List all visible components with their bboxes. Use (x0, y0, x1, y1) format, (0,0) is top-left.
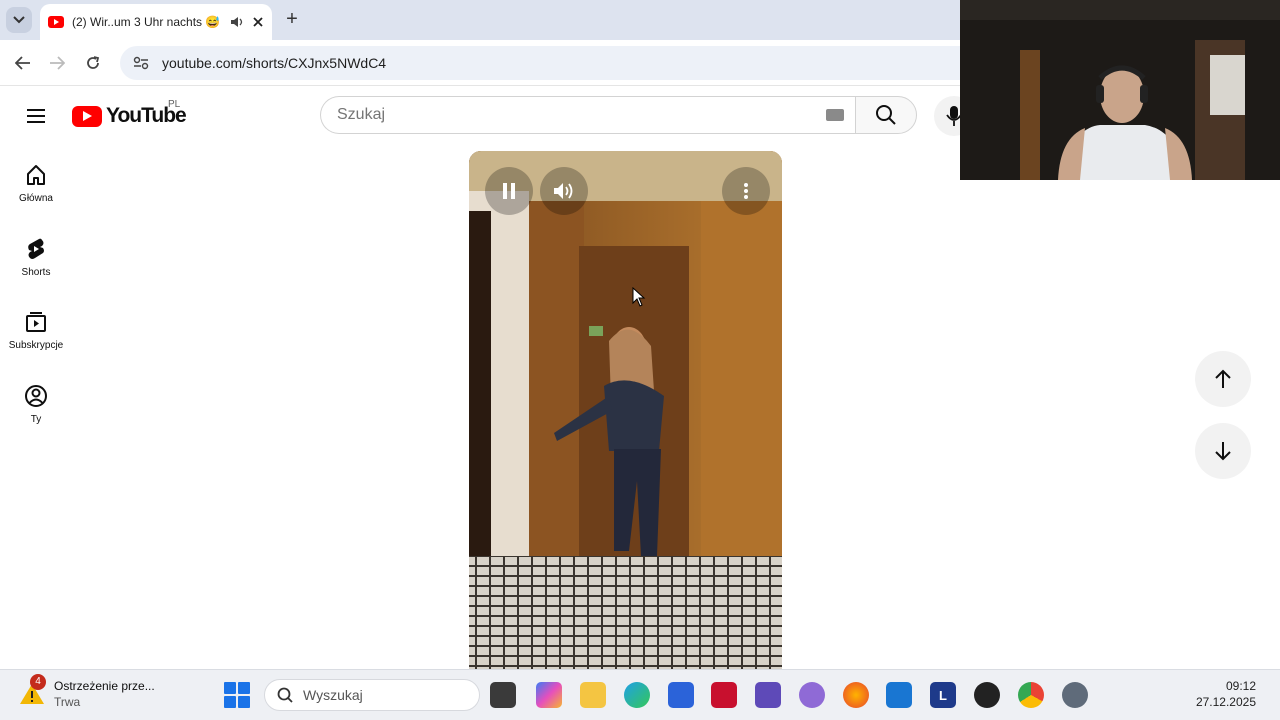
hamburger-menu-icon[interactable] (24, 104, 48, 128)
back-button[interactable] (10, 50, 36, 76)
tab-title: (2) Wir..um 3 Uhr nachts 😅 (72, 15, 221, 29)
pause-button[interactable] (485, 167, 533, 215)
arrow-down-icon (1215, 442, 1231, 461)
subscriptions-icon (26, 312, 46, 332)
clock-date: 27.12.2025 (1195, 695, 1256, 709)
chevron-down-icon (13, 16, 25, 24)
sidebar-item-label: Główna (19, 193, 53, 204)
url-text: youtube.com/shorts/CXJnx5NWdC4 (162, 55, 387, 71)
windows-taskbar: 4 Ostrzeżenie prze... Trwa Wyszukaj L 09… (0, 669, 1280, 720)
weather-alert-icon: 4 (18, 674, 46, 708)
sidebar-item-subscriptions[interactable]: Subskrypcje (4, 310, 68, 374)
more-icon (744, 183, 748, 199)
sidebar-item-label: Shorts (21, 267, 51, 278)
app-icon[interactable] (799, 682, 825, 708)
chrome-icon[interactable] (1018, 682, 1044, 708)
address-bar[interactable]: youtube.com/shorts/CXJnx5NWdC4 (120, 46, 980, 80)
clock-time: 09:12 (1225, 679, 1256, 693)
youtube-play-icon (72, 105, 102, 127)
tab-search-button[interactable] (6, 7, 32, 33)
country-code: PL (168, 99, 181, 110)
search-input[interactable] (337, 106, 817, 124)
volume-icon (554, 183, 573, 199)
more-options-button[interactable] (722, 167, 770, 215)
pause-icon (503, 183, 515, 199)
terminal-icon[interactable] (490, 682, 516, 708)
shorts-icon (28, 238, 44, 259)
weather-badge: 4 (30, 674, 46, 690)
reload-icon (87, 56, 100, 69)
vpn-icon[interactable] (755, 682, 781, 708)
start-button[interactable] (224, 682, 250, 708)
mcafee-icon[interactable] (711, 682, 737, 708)
new-tab-button[interactable]: + (280, 8, 304, 32)
arrow-up-icon (1215, 369, 1231, 388)
browser-tab[interactable]: (2) Wir..um 3 Uhr nachts 😅 (40, 4, 272, 40)
l-app-icon[interactable]: L (930, 682, 956, 708)
system-clock[interactable]: 09:12 27.12.2025 (1196, 678, 1256, 710)
weather-status: Trwa (54, 695, 81, 709)
previous-short-button[interactable] (1195, 351, 1251, 407)
taskbar-search-placeholder: Wyszukaj (303, 687, 363, 703)
sidebar-item-home[interactable]: Główna (4, 163, 68, 227)
video-frame (469, 151, 782, 670)
sidebar-item-label: Subskrypcje (8, 340, 64, 351)
mouse-cursor-icon (632, 287, 646, 307)
weather-widget[interactable]: 4 Ostrzeżenie prze... Trwa (18, 674, 155, 710)
outlook-icon[interactable] (886, 682, 912, 708)
search-icon (876, 105, 896, 125)
weather-title: Ostrzeżenie prze... (54, 679, 155, 693)
settings-icon[interactable] (1062, 682, 1088, 708)
home-icon (27, 165, 45, 185)
arrow-right-icon (50, 56, 65, 70)
file-explorer-icon[interactable] (580, 682, 606, 708)
sidebar-item-shorts[interactable]: Shorts (4, 237, 68, 301)
windows-logo-icon (224, 682, 236, 694)
next-short-button[interactable] (1195, 423, 1251, 479)
keyboard-icon[interactable] (826, 109, 844, 121)
tab-close-icon[interactable] (252, 16, 264, 28)
webcam-feed (960, 0, 1280, 180)
firefox-icon[interactable] (843, 682, 869, 708)
volume-button[interactable] (540, 167, 588, 215)
webcam-overlay (960, 0, 1280, 180)
reload-button[interactable] (80, 50, 106, 76)
search-icon (277, 687, 293, 703)
sidebar-item-label: Ty (30, 414, 42, 425)
obs-icon[interactable] (974, 682, 1000, 708)
account-icon (25, 385, 47, 407)
search-button[interactable] (855, 96, 917, 134)
copilot-icon[interactable] (536, 682, 562, 708)
forward-button[interactable] (44, 50, 70, 76)
store-icon[interactable] (668, 682, 694, 708)
edge-icon[interactable] (624, 682, 650, 708)
taskbar-search[interactable]: Wyszukaj (264, 679, 480, 711)
tab-audio-icon[interactable] (230, 16, 244, 28)
site-info-icon[interactable] (132, 55, 150, 71)
search-box (320, 96, 856, 134)
youtube-favicon-icon (48, 16, 64, 28)
arrow-left-icon (15, 56, 30, 70)
sidebar-item-you[interactable]: Ty (4, 384, 68, 448)
shorts-video-player[interactable] (469, 151, 782, 670)
